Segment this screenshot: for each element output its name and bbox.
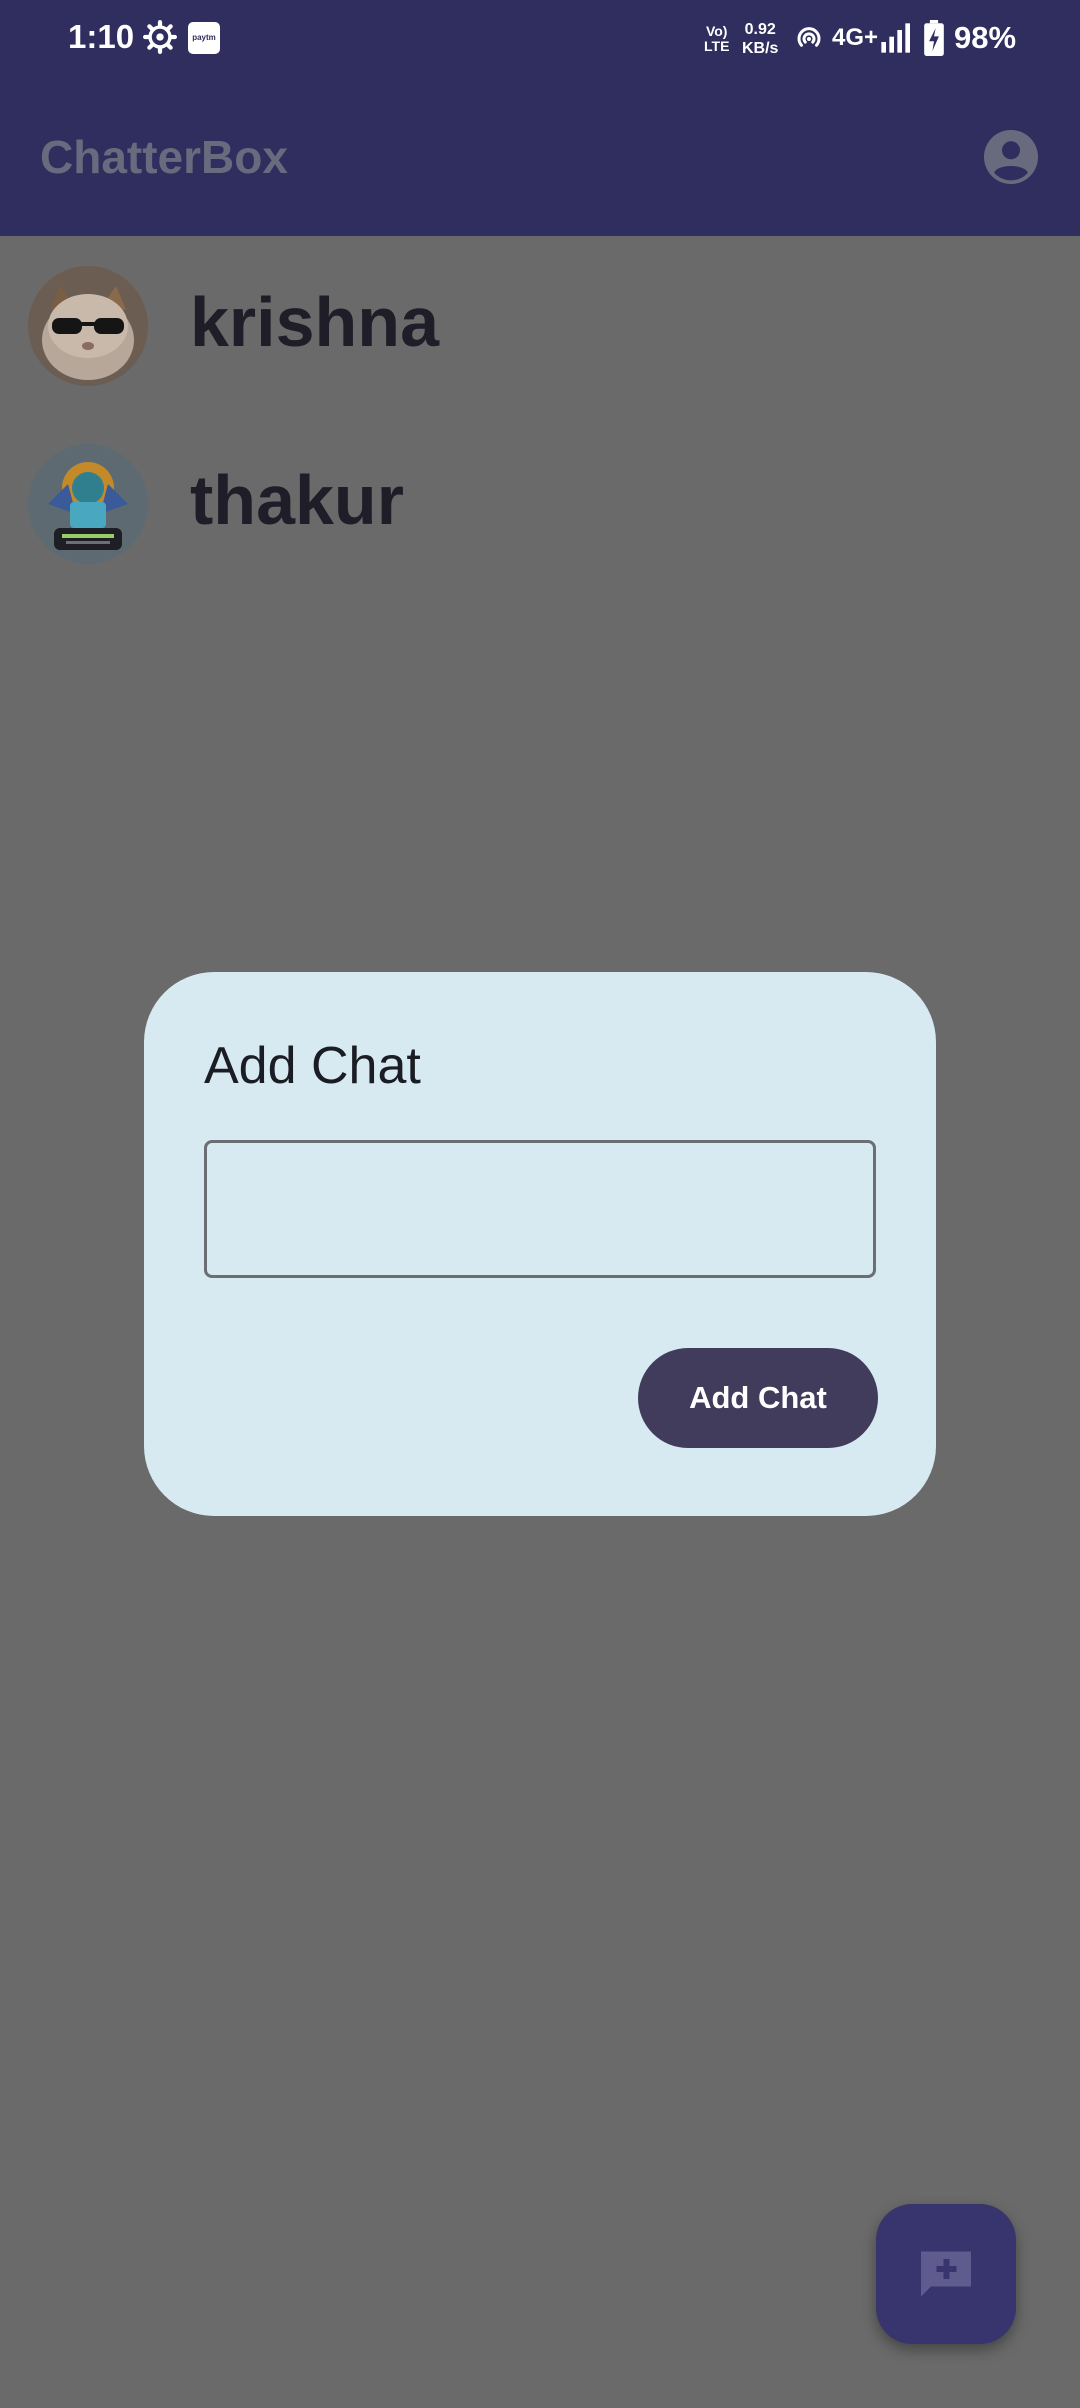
add-chat-button[interactable]: Add Chat xyxy=(638,1348,878,1448)
battery-charging-icon xyxy=(924,20,944,56)
chat-name: thakur xyxy=(190,461,404,539)
add-chat-icon xyxy=(921,2251,971,2297)
app-title: ChatterBox xyxy=(40,131,288,183)
dialog-title: Add Chat xyxy=(204,1037,421,1095)
avatar xyxy=(28,444,148,564)
status-time: 1:10 xyxy=(68,18,135,55)
paytm-notification-icon: paytm xyxy=(188,22,220,54)
hotspot-icon xyxy=(797,27,821,47)
chat-list-item[interactable]: thakur xyxy=(0,422,1080,592)
volte-indicator: Vo) LTE xyxy=(704,24,729,54)
status-bar: 1:10 paytm Vo) LTE 0.92 KB/s 4G+ 98% xyxy=(0,0,1080,80)
chat-name-input[interactable] xyxy=(204,1140,876,1278)
volte-line-1: Vo) xyxy=(705,23,728,39)
app-bar: ChatterBox xyxy=(0,80,1080,236)
settings-gear-icon xyxy=(143,20,177,54)
volte-line-2: LTE xyxy=(704,38,730,54)
cat-avatar-icon xyxy=(28,266,148,386)
chat-list-item[interactable]: krishna xyxy=(0,244,1080,414)
androidd-logo-avatar-icon xyxy=(28,444,148,564)
avatar xyxy=(28,266,148,386)
network-speed-unit: KB/s xyxy=(742,40,779,57)
network-type: 4G+ xyxy=(832,24,879,51)
battery-percentage: 98% xyxy=(954,20,1017,55)
chat-name: krishna xyxy=(190,283,439,361)
account-circle-icon[interactable] xyxy=(984,130,1038,184)
new-chat-fab[interactable] xyxy=(876,2204,1016,2344)
signal-strength-icon xyxy=(881,23,910,53)
network-speed-value: 0.92 xyxy=(744,21,776,38)
add-chat-dialog: Add Chat Add Chat xyxy=(144,972,936,1516)
network-speed: 0.92 KB/s xyxy=(742,20,778,58)
